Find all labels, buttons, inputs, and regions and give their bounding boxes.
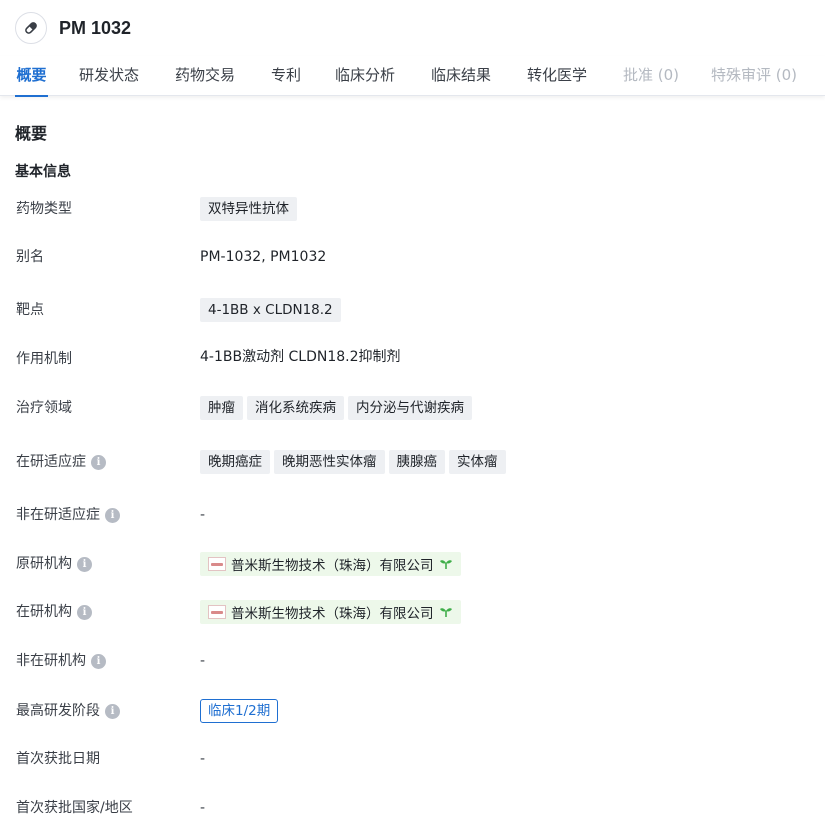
tab-clinical-results[interactable]: 临床结果 bbox=[431, 56, 491, 96]
info-icon[interactable]: i bbox=[77, 604, 92, 620]
info-icon[interactable]: i bbox=[105, 507, 120, 523]
target-chip[interactable]: 4-1BB x CLDN18.2 bbox=[200, 298, 341, 322]
info-icon[interactable]: i bbox=[91, 454, 106, 470]
indication-chip[interactable]: 胰腺癌 bbox=[388, 450, 445, 474]
row-mechanism: 作用机制 4-1BB激动剂 CLDN18.2抑制剂 bbox=[0, 341, 825, 371]
row-value: - bbox=[200, 793, 205, 823]
row-label: 最高研发阶段 i bbox=[16, 696, 120, 726]
row-value: - bbox=[200, 500, 205, 530]
row-value: 肿瘤 消化系统疾病 内分泌与代谢疾病 bbox=[200, 393, 472, 423]
tab-drug-deals[interactable]: 药物交易 bbox=[175, 56, 235, 96]
row-active-indications: 在研适应症 i 晚期癌症 晚期恶性实体瘤 胰腺癌 实体瘤 bbox=[0, 447, 825, 477]
row-value: 双特异性抗体 bbox=[200, 194, 297, 224]
row-therapeutic-areas: 治疗领域 肿瘤 消化系统疾病 内分泌与代谢疾病 bbox=[0, 393, 825, 423]
row-label: 非在研机构 i bbox=[16, 646, 106, 676]
row-inactive-indications: 非在研适应症 i - bbox=[0, 500, 825, 530]
row-label: 在研适应症 i bbox=[16, 447, 106, 477]
tab-patents[interactable]: 专利 bbox=[271, 56, 301, 96]
row-value: 4-1BB激动剂 CLDN18.2抑制剂 bbox=[200, 341, 401, 371]
row-drug-type: 药物类型 双特异性抗体 bbox=[0, 194, 825, 224]
drug-type-chip[interactable]: 双特异性抗体 bbox=[200, 197, 297, 221]
organization-logo bbox=[208, 557, 226, 571]
tab-special-review[interactable]: 特殊审评 (0) bbox=[711, 56, 797, 96]
tab-bar: 概要 研发状态 药物交易 专利 临床分析 临床结果 转化医学 批准 (0) 特殊… bbox=[0, 56, 825, 97]
row-first-approval-date: 首次获批日期 - bbox=[0, 744, 825, 774]
row-aliases: 别名 PM-1032, PM1032 bbox=[0, 242, 825, 272]
tab-development-status[interactable]: 研发状态 bbox=[79, 56, 139, 96]
row-highest-phase: 最高研发阶段 i 临床1/2期 bbox=[0, 696, 825, 726]
sprout-icon bbox=[439, 560, 452, 569]
row-value: 晚期癌症 晚期恶性实体瘤 胰腺癌 实体瘤 bbox=[200, 447, 506, 477]
organization-tag[interactable]: 普米斯生物技术（珠海）有限公司 bbox=[200, 600, 461, 624]
row-label: 原研机构 i bbox=[16, 549, 92, 579]
organization-tag[interactable]: 普米斯生物技术（珠海）有限公司 bbox=[200, 552, 461, 576]
section-title: 概要 bbox=[15, 124, 48, 143]
row-label: 首次获批国家/地区 bbox=[16, 800, 133, 816]
drug-header: PM 1032 bbox=[0, 0, 825, 56]
indication-chip[interactable]: 晚期癌症 bbox=[200, 450, 270, 474]
row-inactive-orgs: 非在研机构 i - bbox=[0, 646, 825, 676]
row-first-approval-country: 首次获批国家/地区 - bbox=[0, 793, 825, 823]
sprout-icon bbox=[439, 608, 452, 617]
empty-value: - bbox=[200, 751, 206, 767]
row-label: 首次获批日期 bbox=[16, 751, 100, 767]
row-label: 药物类型 bbox=[16, 201, 72, 217]
info-icon[interactable]: i bbox=[91, 653, 106, 669]
therapeutic-area-chip[interactable]: 肿瘤 bbox=[200, 396, 243, 420]
row-value: 临床1/2期 bbox=[200, 696, 279, 726]
row-label: 靶点 bbox=[16, 302, 44, 318]
indication-chip[interactable]: 晚期恶性实体瘤 bbox=[274, 450, 385, 474]
tab-clinical-analysis[interactable]: 临床分析 bbox=[335, 56, 395, 96]
tab-translational-medicine[interactable]: 转化医学 bbox=[527, 56, 587, 96]
tab-approvals[interactable]: 批准 (0) bbox=[623, 56, 679, 96]
basic-info-title: 基本信息 bbox=[15, 164, 71, 180]
aliases-text: PM-1032, PM1032 bbox=[200, 249, 327, 265]
row-targets: 靶点 4-1BB x CLDN18.2 bbox=[0, 295, 825, 325]
row-label: 非在研适应症 i bbox=[16, 500, 120, 530]
tab-overview[interactable]: 概要 bbox=[15, 56, 48, 97]
row-label: 别名 bbox=[16, 249, 44, 265]
row-value: PM-1032, PM1032 bbox=[200, 242, 326, 272]
row-value: - bbox=[200, 646, 205, 676]
phase-badge[interactable]: 临床1/2期 bbox=[200, 699, 279, 723]
pill-icon bbox=[15, 12, 47, 44]
page-title: PM 1032 bbox=[59, 17, 132, 38]
empty-value: - bbox=[200, 653, 206, 669]
row-label: 治疗领域 bbox=[16, 400, 72, 416]
info-icon[interactable]: i bbox=[77, 556, 92, 572]
organization-logo bbox=[208, 605, 226, 619]
row-value: 普米斯生物技术（珠海）有限公司 bbox=[200, 549, 461, 579]
info-icon[interactable]: i bbox=[105, 703, 120, 719]
empty-value: - bbox=[200, 800, 206, 816]
organization-name: 普米斯生物技术（珠海）有限公司 bbox=[231, 606, 434, 622]
row-originator: 原研机构 i 普米斯生物技术（珠海）有限公司 bbox=[0, 549, 825, 579]
row-label: 在研机构 i bbox=[16, 597, 92, 627]
empty-value: - bbox=[200, 507, 206, 523]
therapeutic-area-chip[interactable]: 消化系统疾病 bbox=[247, 396, 344, 420]
indication-chip[interactable]: 实体瘤 bbox=[449, 450, 506, 474]
row-active-orgs: 在研机构 i 普米斯生物技术（珠海）有限公司 bbox=[0, 597, 825, 627]
row-value: 4-1BB x CLDN18.2 bbox=[200, 295, 341, 325]
therapeutic-area-chip[interactable]: 内分泌与代谢疾病 bbox=[348, 396, 472, 420]
row-value: - bbox=[200, 744, 205, 774]
mechanism-text: 4-1BB激动剂 CLDN18.2抑制剂 bbox=[200, 349, 401, 365]
row-value: 普米斯生物技术（珠海）有限公司 bbox=[200, 597, 461, 627]
row-label: 作用机制 bbox=[16, 351, 72, 367]
organization-name: 普米斯生物技术（珠海）有限公司 bbox=[231, 558, 434, 574]
